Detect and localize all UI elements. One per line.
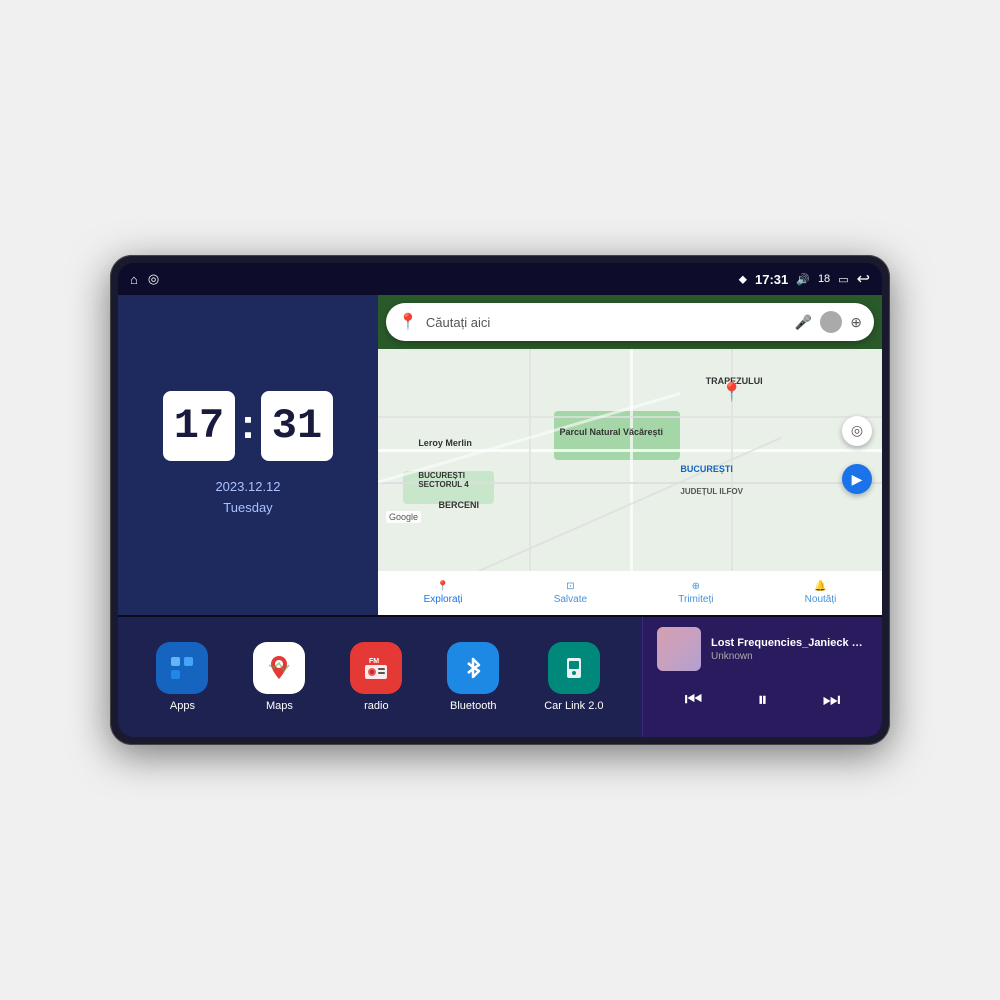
app-item-carlink[interactable]: Car Link 2.0 — [544, 642, 603, 712]
map-label-ilfov: JUDEȚUL ILFOV — [680, 487, 743, 496]
clock-date: 2023.12.12 — [215, 477, 280, 498]
google-logo: Google — [386, 511, 421, 523]
radio-icon: FM — [361, 653, 391, 683]
music-controls: ⏮ ⏸ ⏭ — [657, 685, 868, 716]
status-bar: ⌂ ◎ ⬥ 17:31 🔊 18 ▭ ↩ — [118, 263, 882, 295]
music-play-pause-button[interactable]: ⏸ — [748, 685, 778, 716]
status-right-icons: ⬥ 17:31 🔊 18 ▭ ↩ — [739, 269, 870, 289]
saved-icon: ⊡ — [566, 581, 574, 592]
maps-icon-bg — [253, 642, 305, 694]
bluetooth-symbol-icon — [459, 654, 487, 682]
map-search-icons: 🎤 ⊕ — [795, 311, 862, 333]
layers-icon[interactable]: ⊕ — [850, 314, 862, 331]
mic-icon[interactable]: 🎤 — [795, 314, 812, 331]
map-nav-saved[interactable]: ⊡ Salvate — [554, 581, 587, 605]
music-next-button[interactable]: ⏭ — [813, 685, 851, 716]
device-screen: ⌂ ◎ ⬥ 17:31 🔊 18 ▭ ↩ 17 : — [118, 263, 882, 737]
map-label-park: Parcul Natural Văcărești — [559, 427, 663, 437]
map-road-h3 — [378, 416, 882, 418]
map-road-h1 — [378, 449, 882, 452]
app-item-radio[interactable]: FM radio — [350, 642, 402, 712]
map-label-leroy: Leroy Merlin — [418, 438, 472, 448]
map-label-sector4: BUCUREȘTISECTORUL 4 — [418, 471, 468, 489]
volume-icon: 🔊 — [796, 273, 810, 286]
map-nav-explore[interactable]: 📍 Explorați — [424, 581, 463, 605]
apps-label: Apps — [170, 700, 195, 712]
home-icon[interactable]: ⌂ — [130, 272, 138, 287]
map-location-btn[interactable]: ◎ — [842, 416, 872, 446]
music-artist: Unknown — [711, 651, 868, 662]
app-item-apps[interactable]: Apps — [156, 642, 208, 712]
carlink-label: Car Link 2.0 — [544, 700, 603, 712]
music-album-art — [657, 627, 701, 671]
send-icon: ⊕ — [692, 581, 700, 592]
clock-panel: 17 : 31 2023.12.12 Tuesday — [118, 295, 378, 615]
apps-panel: Apps Maps — [118, 617, 642, 737]
map-road-v2 — [529, 349, 531, 571]
album-art-image — [657, 627, 701, 671]
clock-hour: 17 — [163, 391, 235, 461]
maps-label: Maps — [266, 700, 293, 712]
carlink-icon-bg — [548, 642, 600, 694]
map-road-v1 — [630, 349, 633, 571]
music-track-info: Lost Frequencies_Janieck Devy-... Unknow… — [657, 627, 868, 671]
map-nav-news[interactable]: 🔔 Noutăți — [805, 581, 837, 605]
map-label-berceni: BERCENI — [438, 500, 479, 510]
map-bottom-nav: 📍 Explorați ⊡ Salvate ⊕ Trimiteți 🔔 — [378, 571, 882, 615]
signal-icon: ⬥ — [739, 272, 747, 287]
maps-pin-icon — [264, 653, 294, 683]
app-item-maps[interactable]: Maps — [253, 642, 305, 712]
explore-label: Explorați — [424, 594, 463, 605]
radio-label: radio — [364, 700, 388, 712]
clock-date-display: 2023.12.12 Tuesday — [215, 477, 280, 519]
time-display: 17:31 — [755, 272, 788, 287]
music-text: Lost Frequencies_Janieck Devy-... Unknow… — [711, 637, 868, 662]
location-icon[interactable]: ◎ — [148, 271, 159, 287]
music-panel: Lost Frequencies_Janieck Devy-... Unknow… — [642, 617, 882, 737]
maps-logo-icon: 📍 — [398, 312, 418, 332]
app-item-bluetooth[interactable]: Bluetooth — [447, 642, 499, 712]
map-north-pin: 📍 — [721, 382, 743, 403]
map-nav-send[interactable]: ⊕ Trimiteți — [678, 581, 713, 605]
account-icon[interactable] — [820, 311, 842, 333]
map-label-bucharest: BUCUREȘTI — [680, 464, 733, 474]
clock-minute: 31 — [261, 391, 333, 461]
send-label: Trimiteți — [678, 594, 713, 605]
radio-icon-bg: FM — [350, 642, 402, 694]
bottom-section: Apps Maps — [118, 617, 882, 737]
volume-level: 18 — [818, 273, 830, 285]
clock-colon: : — [241, 400, 255, 448]
battery-icon: ▭ — [838, 273, 848, 286]
clock-day: Tuesday — [215, 498, 280, 519]
map-panel[interactable]: 📍 Căutați aici 🎤 ⊕ — [378, 295, 882, 615]
news-icon: 🔔 — [814, 581, 826, 592]
map-content: Parcul Natural Văcărești BUCUREȘTI JUDEȚ… — [378, 349, 882, 571]
clock-display: 17 : 31 — [163, 391, 333, 461]
svg-text:FM: FM — [369, 658, 379, 665]
music-prev-button[interactable]: ⏮ — [675, 685, 713, 716]
apps-grid-icon — [168, 654, 196, 682]
apps-icon-bg — [156, 642, 208, 694]
bluetooth-label: Bluetooth — [450, 700, 496, 712]
explore-icon: 📍 — [437, 581, 449, 592]
back-icon[interactable]: ↩ — [857, 269, 870, 289]
news-label: Noutăți — [805, 594, 837, 605]
saved-label: Salvate — [554, 594, 587, 605]
top-section: 17 : 31 2023.12.12 Tuesday 📍 Căutați aic… — [118, 295, 882, 615]
carlink-icon — [560, 654, 588, 682]
bluetooth-icon-bg — [447, 642, 499, 694]
music-title: Lost Frequencies_Janieck Devy-... — [711, 637, 868, 649]
map-search-text: Căutați aici — [426, 315, 787, 330]
main-content: 17 : 31 2023.12.12 Tuesday 📍 Căutați aic… — [118, 295, 882, 737]
device-frame: ⌂ ◎ ⬥ 17:31 🔊 18 ▭ ↩ 17 : — [110, 255, 890, 745]
map-search-bar[interactable]: 📍 Căutați aici 🎤 ⊕ — [386, 303, 874, 341]
status-left-icons: ⌂ ◎ — [130, 271, 159, 287]
